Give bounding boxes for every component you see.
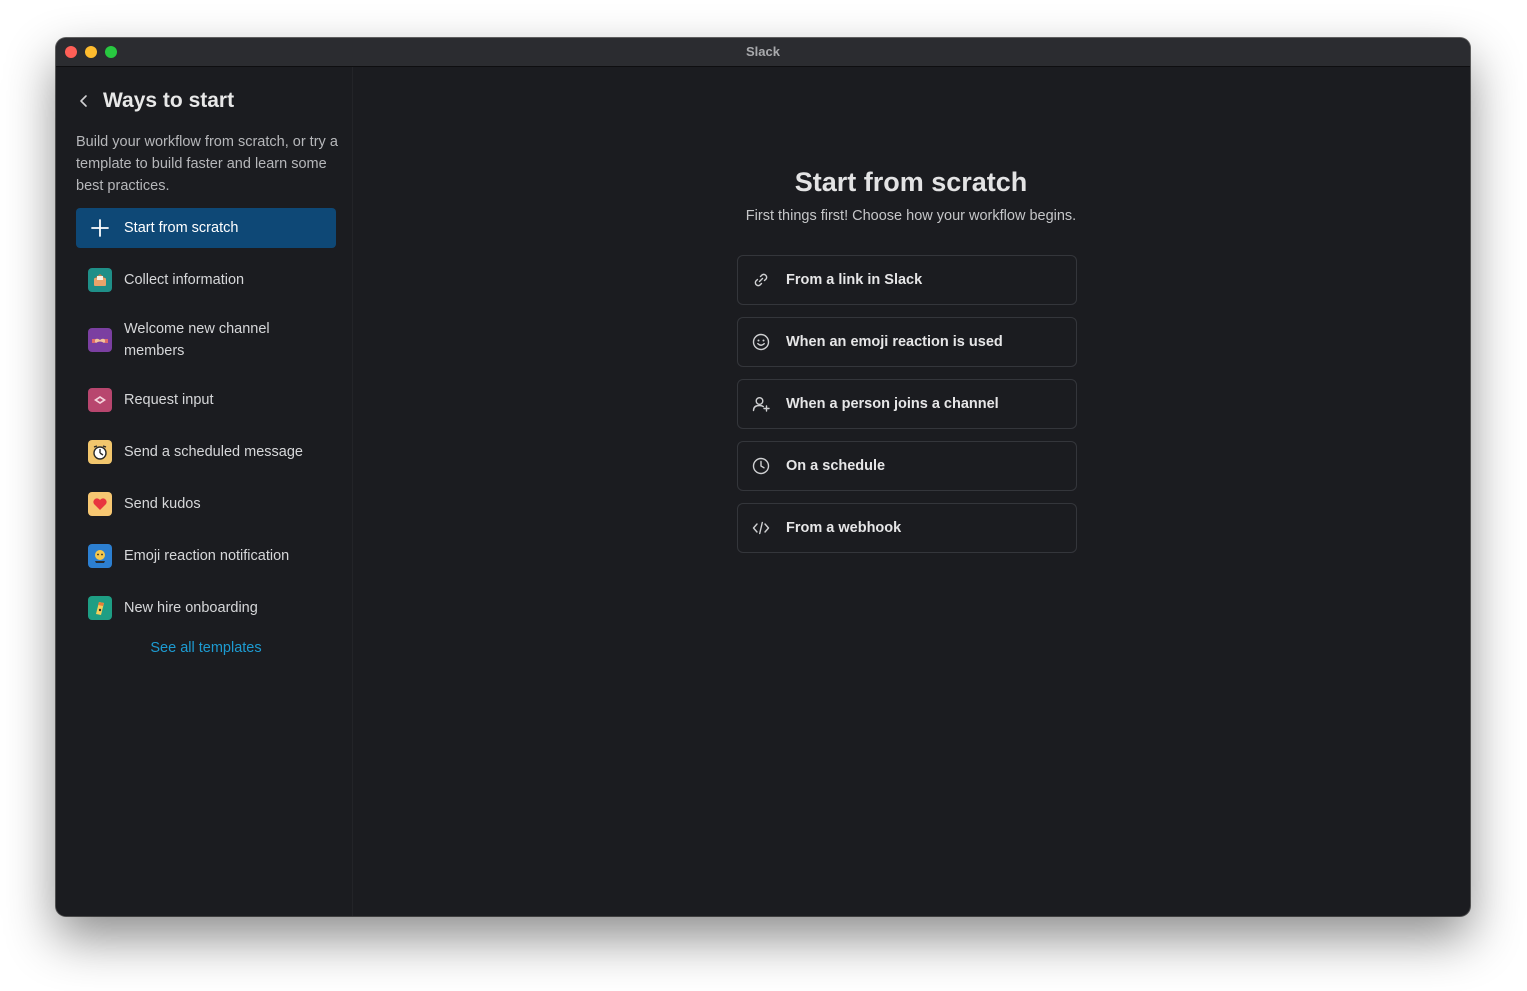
sidebar-header: Ways to start [76, 89, 234, 113]
scheduled-message-icon [88, 440, 112, 464]
welcome-members-icon [88, 328, 112, 352]
sidebar-item-label: Welcome new channel members [124, 321, 270, 359]
sidebar-item-label: Send a scheduled message [124, 444, 303, 460]
collect-information-icon [88, 268, 112, 292]
sidebar-item-label: Send kudos [124, 496, 201, 512]
sidebar-item-collect-information[interactable]: Collect information [76, 260, 336, 300]
option-label: From a link in Slack [786, 272, 923, 288]
page-title: Start from scratch [794, 167, 1028, 197]
option-on-schedule[interactable]: On a schedule [737, 441, 1077, 491]
kudos-heart-icon [88, 492, 112, 516]
sidebar-item-scheduled-message[interactable]: Send a scheduled message [76, 432, 336, 472]
code-icon [751, 518, 771, 538]
sidebar-description: Build your workflow from scratch, or try… [76, 134, 338, 194]
template-list: Start from scratch Collect information W… [76, 208, 336, 656]
see-all-templates-link[interactable]: See all templates [76, 640, 336, 656]
sidebar-item-label: Start from scratch [124, 220, 239, 236]
sidebar-item-request-input[interactable]: Request input [76, 380, 336, 420]
sidebar-item-emoji-notification[interactable]: Emoji reaction notification [76, 536, 336, 576]
trigger-options: From a link in Slack When an emoji react… [737, 255, 1077, 565]
title-bar: Slack [56, 38, 1470, 67]
option-label: When an emoji reaction is used [786, 334, 1003, 350]
sidebar-item-new-hire-onboarding[interactable]: New hire onboarding [76, 588, 336, 628]
option-label: On a schedule [786, 458, 886, 474]
sidebar-item-label: Request input [124, 392, 214, 408]
option-emoji-reaction[interactable]: When an emoji reaction is used [737, 317, 1077, 367]
person-add-icon [751, 394, 771, 414]
plus-icon [88, 216, 112, 240]
sidebar-item-label: Emoji reaction notification [124, 548, 290, 564]
sidebar-title: Ways to start [103, 89, 235, 112]
sidebar-item-label: Collect information [124, 272, 245, 288]
clock-icon [751, 456, 771, 476]
emoji-notification-icon [88, 544, 112, 568]
link-icon [751, 270, 771, 290]
option-label: From a webhook [786, 520, 902, 536]
back-chevron-icon[interactable] [76, 93, 92, 109]
sidebar-item-send-kudos[interactable]: Send kudos [76, 484, 336, 524]
option-link-in-slack[interactable]: From a link in Slack [737, 255, 1077, 305]
option-label: When a person joins a channel [786, 396, 999, 412]
emoji-icon [751, 332, 771, 352]
sidebar-item-start-from-scratch[interactable]: Start from scratch [76, 208, 336, 248]
sidebar-item-welcome-members[interactable]: Welcome new channel members [76, 312, 336, 368]
option-from-webhook[interactable]: From a webhook [737, 503, 1077, 553]
sidebar-item-label: New hire onboarding [124, 600, 258, 616]
option-person-joins-channel[interactable]: When a person joins a channel [737, 379, 1077, 429]
app-window: Slack Ways to start Build your workflow … [56, 38, 1470, 916]
sidebar: Ways to start Build your workflow from s… [56, 67, 353, 916]
request-input-icon [88, 388, 112, 412]
window-title: Slack [746, 44, 780, 59]
page-subtitle: First things first! Choose how your work… [745, 208, 1077, 224]
onboarding-icon [88, 596, 112, 620]
